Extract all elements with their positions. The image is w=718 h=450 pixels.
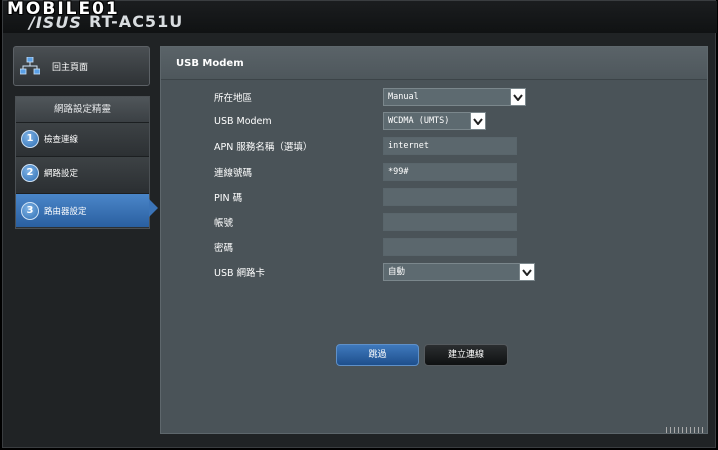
step-label: 網路設定 (44, 169, 79, 179)
usb-modem-panel: USB Modem 所在地區 Manual USB Modem WCDMA (U… (160, 46, 708, 434)
form-row-usb-adapter: USB 網路卡 自動 (214, 263, 535, 281)
decorative-ticks (666, 427, 706, 433)
location-value: Manual (388, 92, 419, 102)
form-row-apn: APN 服務名稱（選填） internet (214, 137, 517, 155)
usb-adapter-label: USB 網路卡 (214, 268, 266, 279)
model-name: RT-AC51U (89, 12, 184, 31)
location-select[interactable]: Manual (383, 88, 526, 106)
chevron-down-icon (510, 89, 525, 105)
username-input[interactable] (383, 213, 517, 231)
home-network-icon (20, 57, 40, 75)
wizard-step-router-settings[interactable]: 3 路由器設定 (16, 193, 149, 227)
apn-input[interactable]: internet (383, 137, 517, 155)
wizard-title: 網路設定精靈 (16, 97, 149, 123)
step-number-badge: 3 (21, 201, 39, 220)
form-row-location: 所在地區 Manual (214, 88, 526, 106)
form-row-usb-modem: USB Modem WCDMA (UMTS) (214, 112, 486, 130)
header-bar: MOBILE01 /ISUS RT-AC51U (3, 0, 717, 33)
usb-modem-select[interactable]: WCDMA (UMTS) (383, 112, 486, 130)
pin-label: PIN 碼 (214, 193, 243, 204)
pin-input[interactable] (383, 188, 517, 206)
password-input[interactable] (383, 238, 517, 256)
home-button-label: 回主頁面 (52, 62, 89, 73)
app-window: MOBILE01 /ISUS RT-AC51U 回主頁面 網路設定精靈 1 檢查… (2, 0, 717, 448)
step-number-badge: 2 (21, 164, 39, 182)
step-label: 檢查連線 (44, 135, 79, 145)
location-label: 所在地區 (214, 93, 253, 104)
form-row-pin: PIN 碼 (214, 188, 517, 206)
connect-button[interactable]: 建立連線 (424, 344, 508, 366)
usb-modem-label: USB Modem (214, 115, 272, 127)
skip-button[interactable]: 跳過 (336, 344, 419, 366)
step-number-badge: 1 (21, 130, 39, 148)
wizard-step-network-settings[interactable]: 2 網路設定 (16, 156, 149, 189)
usb-modem-value: WCDMA (UMTS) (388, 116, 450, 126)
step-label: 路由器設定 (44, 206, 87, 217)
dial-number-label: 連線號碼 (214, 168, 253, 179)
usb-adapter-select[interactable]: 自動 (383, 263, 535, 281)
form-row-dial-number: 連線號碼 *99# (214, 163, 517, 181)
wizard-step-check-connection[interactable]: 1 檢查連線 (16, 122, 149, 155)
brand-logo: /ISUS (29, 13, 82, 32)
apn-label: APN 服務名稱（選填） (214, 142, 313, 153)
setup-wizard-nav: 網路設定精靈 1 檢查連線 2 網路設定 3 路由器設定 (15, 96, 150, 229)
home-button[interactable]: 回主頁面 (13, 46, 150, 86)
dial-number-input[interactable]: *99# (383, 163, 517, 181)
form-row-username: 帳號 (214, 213, 517, 231)
usb-adapter-value: 自動 (388, 267, 406, 277)
chevron-down-icon (519, 264, 534, 280)
chevron-down-icon (470, 113, 485, 129)
form-row-password: 密碼 (214, 238, 517, 256)
password-label: 密碼 (214, 243, 234, 254)
active-step-pointer (149, 199, 158, 217)
username-label: 帳號 (214, 218, 234, 229)
panel-title: USB Modem (161, 47, 707, 80)
